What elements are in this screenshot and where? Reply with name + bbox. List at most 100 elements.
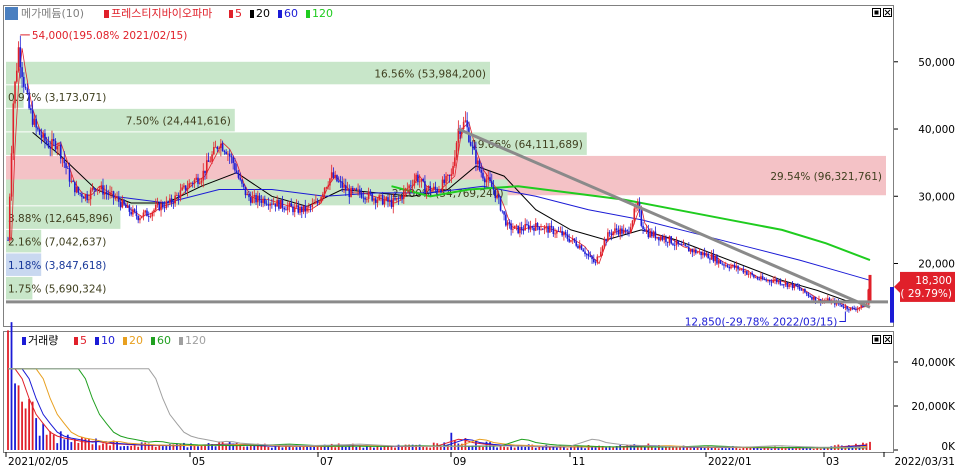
candle-body — [568, 238, 570, 242]
candle-body — [315, 201, 317, 204]
candle-body — [244, 186, 247, 196]
candle-body — [515, 225, 518, 227]
volume-legend-swatch-0 — [74, 337, 78, 345]
candle-body — [230, 156, 233, 158]
candle-body — [730, 266, 732, 269]
candle-body — [262, 198, 264, 203]
volume-bar — [140, 442, 143, 450]
candle-body — [424, 181, 426, 193]
volume-bar — [207, 443, 210, 450]
candle-body — [490, 181, 493, 187]
candle-body — [68, 168, 71, 182]
volume-bar — [45, 434, 48, 450]
candle-body — [320, 197, 322, 203]
volume-bar — [506, 447, 509, 450]
candle-body — [285, 209, 287, 211]
candle-body — [665, 237, 667, 242]
candle-body — [543, 226, 546, 230]
candle-body — [65, 163, 67, 169]
candle-body — [839, 303, 841, 305]
candle-body — [225, 151, 227, 155]
volume-bar — [88, 439, 90, 450]
candle-body — [169, 198, 171, 203]
candle-body — [188, 183, 190, 188]
volume-bar — [270, 447, 273, 450]
candle-body — [278, 199, 280, 209]
candle-body — [352, 187, 354, 190]
candle-body — [137, 216, 139, 221]
candle-body — [235, 170, 238, 174]
stock-name: 프레스티지바이오파마 — [111, 7, 212, 20]
candle-body — [756, 277, 759, 279]
volume-bar — [38, 435, 41, 450]
candle-body — [441, 179, 444, 192]
candle-body — [534, 223, 537, 231]
candle-body — [401, 196, 403, 199]
candle-body — [102, 185, 104, 195]
candle-body — [297, 205, 300, 213]
candle-body — [783, 284, 785, 286]
candle-body — [242, 183, 245, 187]
candle-body — [19, 47, 22, 68]
volume-bar — [654, 447, 657, 450]
candle-body — [198, 182, 201, 184]
candle-body — [355, 188, 358, 190]
volume-bar — [193, 445, 196, 450]
candle-body — [174, 195, 176, 204]
candle-body — [205, 160, 208, 174]
candle-body — [67, 168, 69, 169]
candle-body — [760, 276, 762, 280]
candle-body — [364, 197, 366, 200]
candle-body — [170, 198, 173, 203]
candle-body — [318, 202, 321, 204]
candle-body — [177, 195, 180, 199]
candle-body — [146, 210, 148, 217]
candle-body — [668, 236, 671, 243]
volume-bar — [369, 446, 372, 450]
candle-body — [763, 279, 766, 281]
volume-legend-swatch-2 — [123, 337, 127, 345]
candle-body — [505, 214, 507, 226]
candle-body — [580, 245, 583, 250]
volume-profile-label-7: 2.16% (7,042,637) — [8, 237, 106, 249]
candle-body — [483, 178, 486, 183]
candle-body — [133, 209, 136, 212]
volume-bar — [355, 446, 358, 450]
candle-body — [450, 174, 453, 176]
candle-body — [761, 276, 764, 280]
candle-body — [489, 177, 491, 182]
candle-body — [304, 205, 307, 212]
candle-body — [709, 258, 711, 260]
candle-body — [547, 226, 549, 233]
volume-bar — [555, 447, 558, 450]
candle-body — [394, 197, 396, 200]
candle-body — [696, 252, 699, 254]
candle-body — [308, 206, 310, 208]
price-maximize-icon[interactable] — [872, 8, 881, 17]
candle-body — [353, 188, 356, 190]
candle-body — [438, 190, 440, 193]
candle-body — [162, 203, 164, 208]
x-tick-label-0: 2021/02/05 — [8, 456, 69, 467]
candle-body — [726, 265, 729, 267]
candle-body — [14, 81, 16, 104]
volume-legend-label-3: 60 — [157, 334, 171, 347]
candle-body — [431, 189, 433, 192]
candle-body — [139, 218, 141, 221]
candle-body — [271, 203, 273, 205]
current-price-pointer — [894, 280, 900, 293]
chart-type-icon[interactable] — [5, 7, 18, 20]
volume-maximize-icon[interactable] — [872, 335, 881, 344]
candle-body — [550, 225, 553, 228]
candle-body — [724, 265, 727, 266]
candle-body — [710, 254, 713, 260]
candle-body — [533, 227, 535, 231]
candle-body — [526, 224, 528, 225]
candle-body — [728, 266, 731, 269]
current-price-value: 18,300 — [915, 275, 952, 287]
candle-body — [842, 306, 845, 308]
price-close-icon[interactable] — [883, 8, 892, 17]
volume-close-icon[interactable] — [883, 335, 892, 344]
candle-body — [608, 232, 611, 234]
candle-body — [89, 189, 92, 200]
